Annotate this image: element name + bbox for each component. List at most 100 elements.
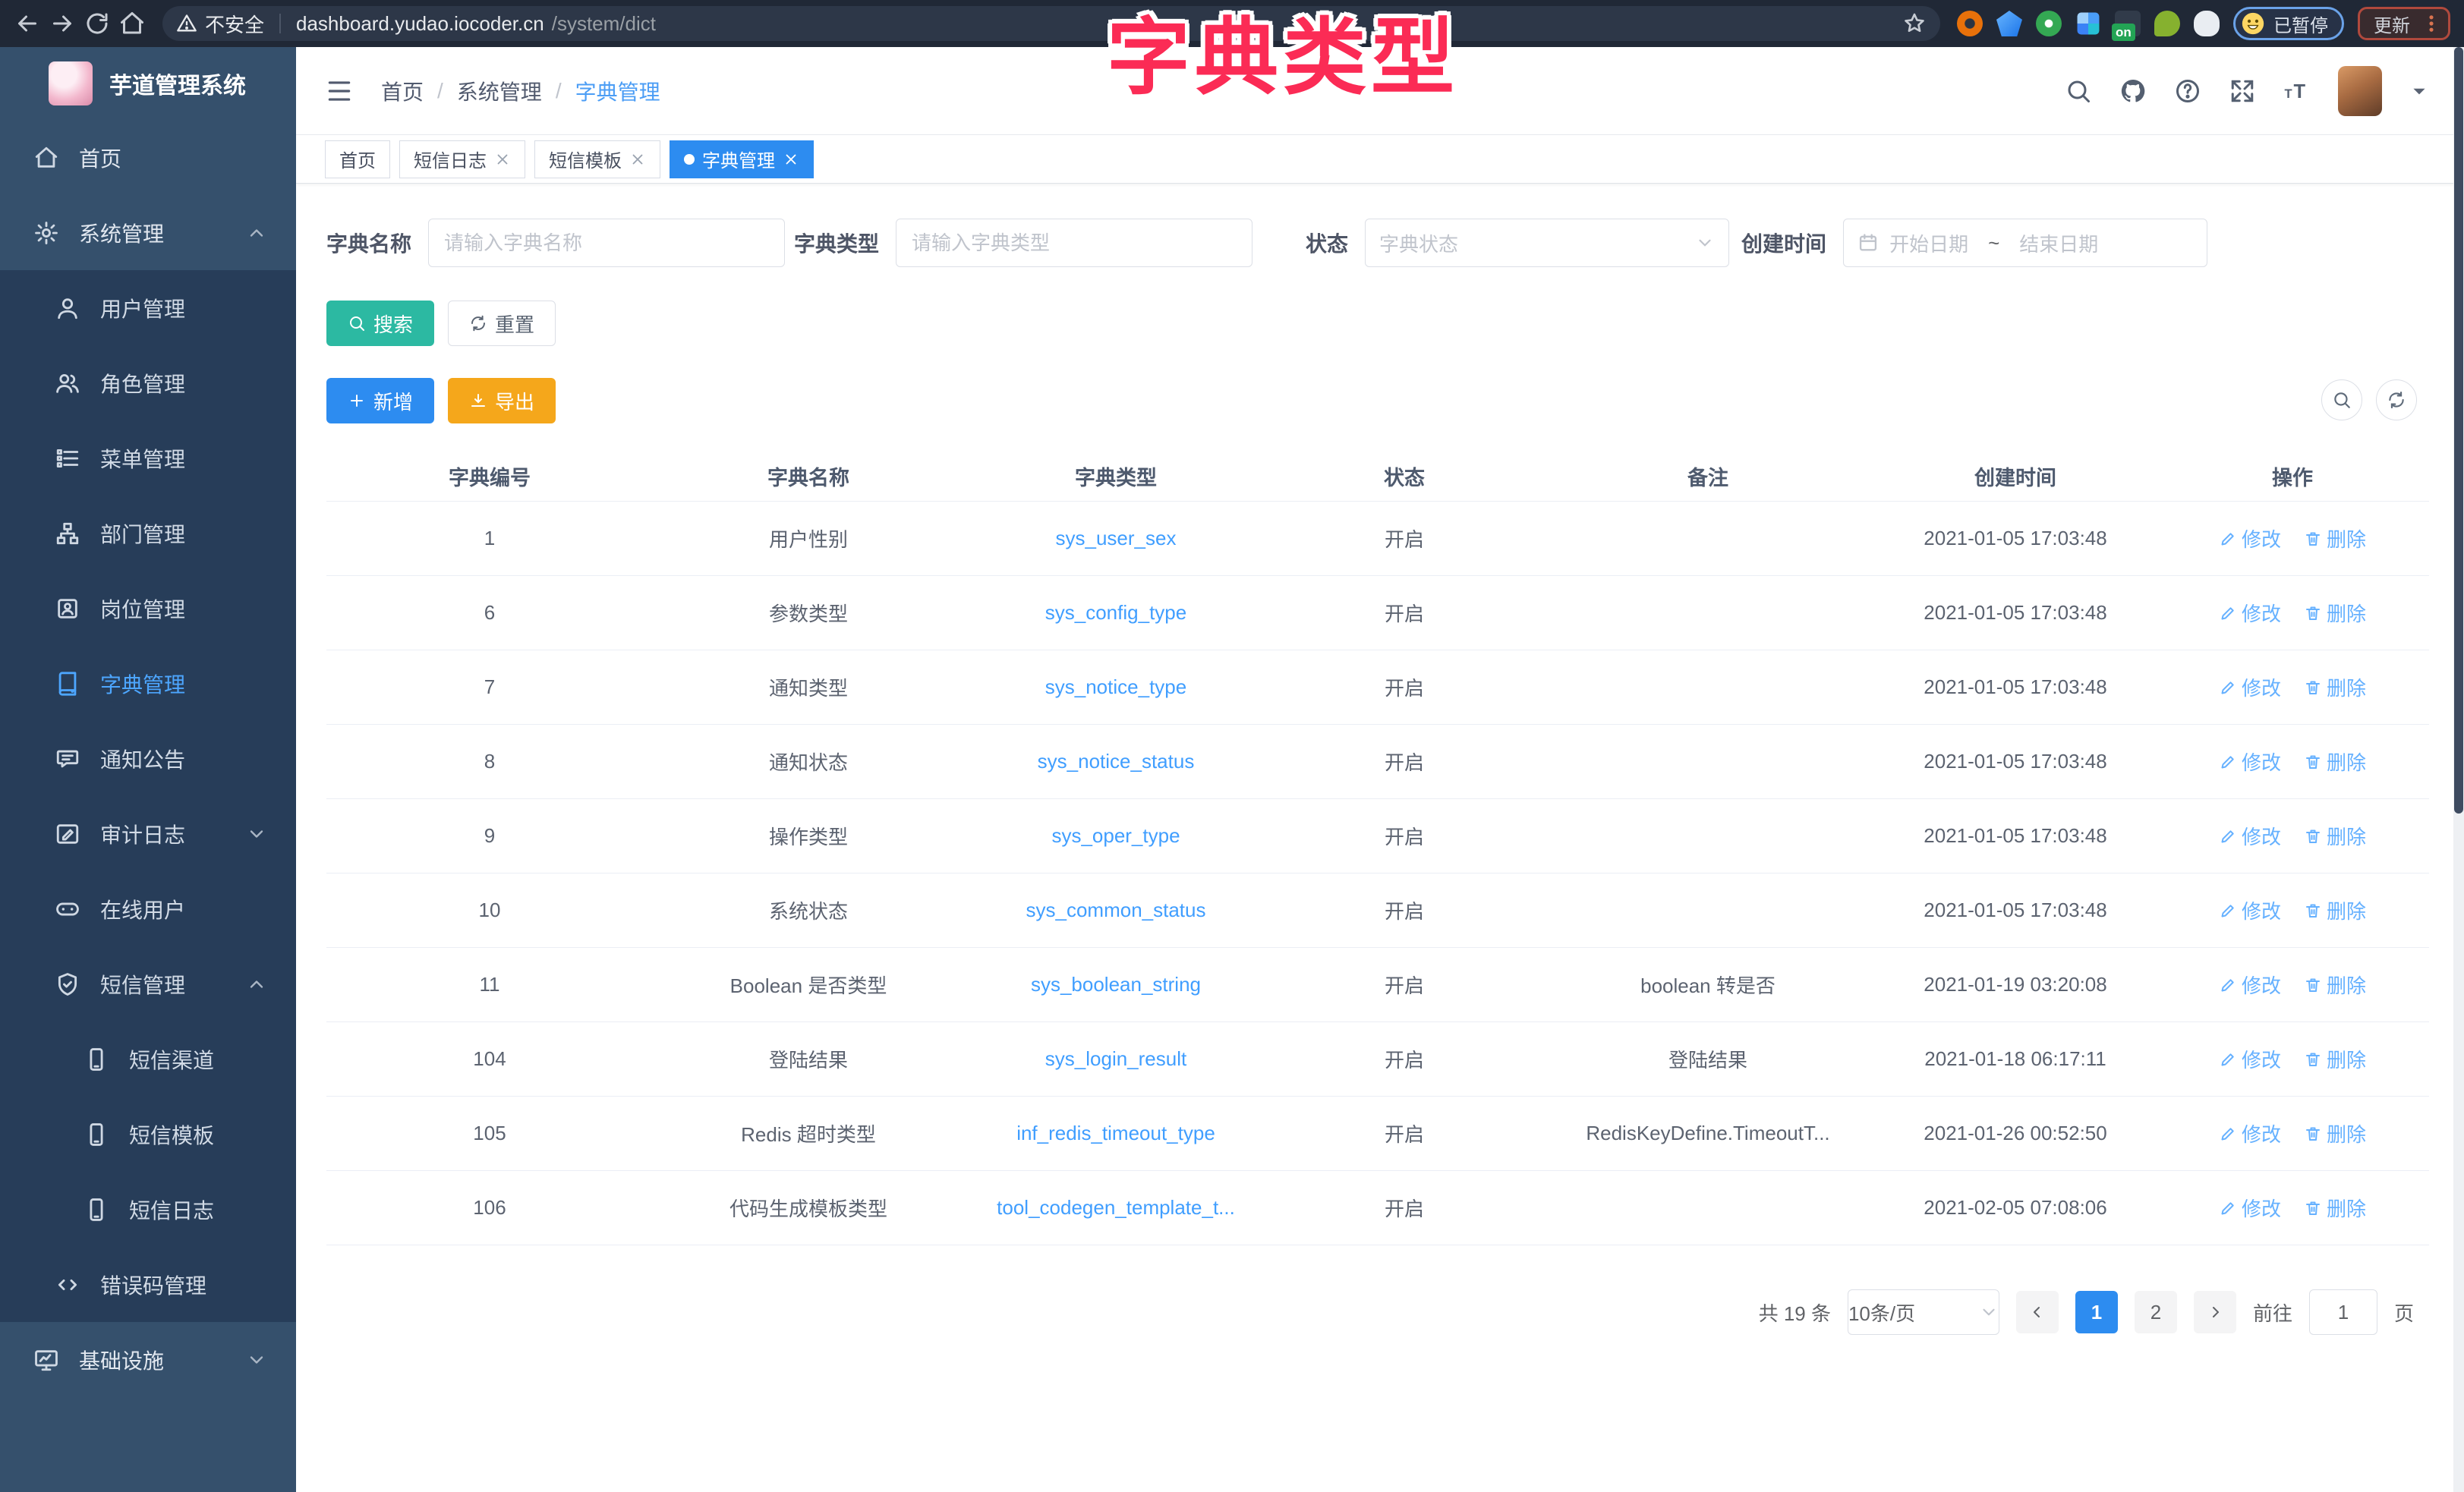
delete-link[interactable]: 删除 [2304, 524, 2366, 552]
add-button[interactable]: 新增 [326, 378, 434, 423]
user-avatar[interactable] [2338, 66, 2382, 116]
extension-gem-icon[interactable] [1996, 11, 2022, 36]
extension-green-icon[interactable] [2036, 11, 2062, 36]
breadcrumb-item[interactable]: 首页 [381, 76, 424, 106]
next-page-button[interactable] [2194, 1291, 2236, 1333]
sidebar-item-menu-management[interactable]: 菜单管理 [0, 420, 296, 496]
reset-button[interactable]: 重置 [448, 301, 556, 346]
cell-type[interactable]: sys_login_result [964, 1022, 1268, 1096]
sidebar-item-error-code-management[interactable]: 错误码管理 [0, 1247, 296, 1322]
cell-type[interactable]: sys_oper_type [964, 799, 1268, 873]
delete-link[interactable]: 删除 [2304, 748, 2366, 776]
github-icon[interactable] [2119, 77, 2147, 105]
sidebar-item-label: 字典管理 [100, 669, 185, 699]
page-size-select[interactable]: 10条/页 [1848, 1289, 1999, 1335]
edit-link[interactable]: 修改 [2219, 748, 2281, 776]
delete-link[interactable]: 删除 [2304, 673, 2366, 701]
show-search-toggle-button[interactable] [2321, 379, 2362, 420]
extension-on-badge-icon[interactable] [2115, 11, 2141, 36]
cell-type[interactable]: sys_user_sex [964, 502, 1268, 575]
bookmark-star-icon[interactable] [1902, 11, 1927, 36]
sidebar-item-sms-template[interactable]: 短信模板 [0, 1097, 296, 1172]
edit-link[interactable]: 修改 [2219, 1194, 2281, 1222]
sidebar-item-online-users[interactable]: 在线用户 [0, 871, 296, 946]
sidebar-item-sms-log[interactable]: 短信日志 [0, 1172, 296, 1247]
edit-link[interactable]: 修改 [2219, 673, 2281, 701]
edit-link[interactable]: 修改 [2219, 524, 2281, 552]
sidebar-item-dept-management[interactable]: 部门管理 [0, 496, 296, 571]
delete-link[interactable]: 删除 [2304, 1119, 2366, 1147]
extension-leaf-icon[interactable] [2154, 11, 2180, 36]
sidebar-item-post-management[interactable]: 岗位管理 [0, 571, 296, 646]
hamburger-icon[interactable] [325, 77, 354, 105]
sidebar-item-sms-channel[interactable]: 短信渠道 [0, 1021, 296, 1097]
page-button[interactable]: 1 [2075, 1291, 2118, 1333]
sidebar-item-dict-management[interactable]: 字典管理 [0, 646, 296, 721]
page-button[interactable]: 2 [2135, 1291, 2177, 1333]
tab-sms-log[interactable]: 短信日志 [399, 140, 525, 178]
edit-link[interactable]: 修改 [2219, 822, 2281, 850]
prev-page-button[interactable] [2016, 1291, 2059, 1333]
paused-extension-chip[interactable]: 已暂停 [2233, 7, 2344, 40]
delete-link[interactable]: 删除 [2304, 822, 2366, 850]
kebab-menu-icon[interactable] [2421, 13, 2442, 34]
fullscreen-icon[interactable] [2229, 77, 2256, 105]
app-logo-row[interactable]: 芋道管理系统 [0, 47, 296, 120]
close-icon[interactable] [494, 151, 511, 168]
sidebar-item-audit-log[interactable]: 审计日志 [0, 796, 296, 871]
tab-dict-management[interactable]: 字典管理 [670, 140, 814, 178]
sidebar-item-home[interactable]: 首页 [0, 120, 296, 195]
export-button[interactable]: 导出 [448, 378, 556, 423]
sidebar-item-user-management[interactable]: 用户管理 [0, 270, 296, 345]
font-size-icon[interactable]: TT [2283, 77, 2311, 105]
home-icon[interactable] [118, 10, 146, 37]
cell-type[interactable]: tool_codegen_template_t... [964, 1171, 1268, 1245]
help-icon[interactable] [2174, 77, 2201, 105]
sidebar-item-role-management[interactable]: 角色管理 [0, 345, 296, 420]
browser-update-button[interactable]: 更新 [2358, 7, 2450, 40]
edit-link[interactable]: 修改 [2219, 1119, 2281, 1147]
back-icon[interactable] [14, 10, 41, 37]
cell-type[interactable]: sys_notice_type [964, 650, 1268, 724]
edit-link[interactable]: 修改 [2219, 896, 2281, 924]
extension-dog-icon[interactable] [2194, 11, 2220, 36]
tab-home[interactable]: 首页 [325, 140, 390, 178]
delete-link[interactable]: 删除 [2304, 1045, 2366, 1073]
delete-link[interactable]: 删除 [2304, 1194, 2366, 1222]
sidebar-item-system-management[interactable]: 系统管理 [0, 195, 296, 270]
reload-icon[interactable] [83, 10, 111, 37]
close-icon[interactable] [629, 151, 646, 168]
breadcrumb-item[interactable]: 系统管理 [457, 76, 542, 106]
search-icon[interactable] [2065, 77, 2092, 105]
sidebar-item-notice-announcement[interactable]: 通知公告 [0, 721, 296, 796]
address-bar[interactable]: 不安全 dashboard.yudao.iocoder.cn /system/d… [162, 6, 1940, 41]
goto-page-input[interactable] [2309, 1289, 2377, 1335]
scrollbar-thumb[interactable] [2454, 47, 2463, 814]
sidebar-item-sms-management[interactable]: 短信管理 [0, 946, 296, 1021]
search-button[interactable]: 搜索 [326, 301, 434, 346]
chevron-down-icon[interactable] [2409, 81, 2429, 101]
edit-link[interactable]: 修改 [2219, 599, 2281, 627]
refresh-table-button[interactable] [2376, 379, 2417, 420]
cell-type[interactable]: sys_notice_status [964, 725, 1268, 798]
cell-type[interactable]: sys_boolean_string [964, 948, 1268, 1021]
cell-type[interactable]: inf_redis_timeout_type [964, 1097, 1268, 1170]
status-select[interactable]: 字典状态 [1365, 219, 1729, 267]
edit-link[interactable]: 修改 [2219, 971, 2281, 999]
dict-type-input[interactable] [896, 219, 1252, 267]
tab-sms-template[interactable]: 短信模板 [534, 140, 660, 178]
delete-link[interactable]: 删除 [2304, 599, 2366, 627]
cell-type[interactable]: sys_common_status [964, 873, 1268, 947]
extension-orange-icon[interactable] [1957, 11, 1983, 36]
cell-type[interactable]: sys_config_type [964, 576, 1268, 650]
date-range-picker[interactable]: 开始日期 ~ 结束日期 [1843, 219, 2207, 267]
dict-name-input[interactable] [428, 219, 785, 267]
sidebar-item-infrastructure[interactable]: 基础设施 [0, 1322, 296, 1397]
close-icon[interactable] [783, 151, 799, 168]
forward-icon[interactable] [49, 10, 76, 37]
edit-link[interactable]: 修改 [2219, 1045, 2281, 1073]
delete-link[interactable]: 删除 [2304, 971, 2366, 999]
extension-tiles-icon[interactable] [2078, 13, 2100, 35]
phone-icon [83, 1047, 109, 1072]
delete-link[interactable]: 删除 [2304, 896, 2366, 924]
